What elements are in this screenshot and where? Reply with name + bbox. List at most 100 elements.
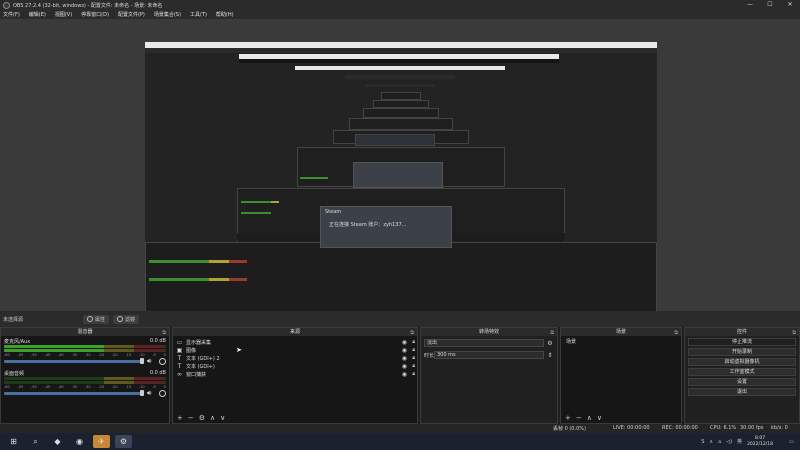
remove-source-button[interactable]: − [188,414,194,422]
gear-icon[interactable] [159,358,166,365]
cpu-usage: CPU: 6.1% [710,425,737,431]
maximize-icon[interactable]: ☐ [760,0,780,10]
filters-button[interactable]: 滤镜 [113,314,140,324]
meter-warning-zone [104,349,134,352]
scene-item[interactable]: 场景 [564,338,678,346]
window-title: OBS 27.2.4 (32-bit, windows) - 配置文件: 未命名… [13,2,163,9]
dropped-frames: 丢帧 0 (0.0%) [553,426,586,432]
start-virtual-camera-button[interactable]: 启动虚拟摄像机 [688,358,796,366]
lock-icon[interactable]: 🔒︎ [412,363,415,369]
menu-file[interactable]: 文件(F) [3,11,20,18]
studio-mode-button[interactable]: 工作室模式 [688,368,796,376]
nested-meter [149,278,209,281]
language-indicator[interactable]: 英 [737,438,742,445]
lock-icon[interactable]: 🔒︎ [412,355,415,361]
transition-select[interactable]: 淡出 [424,339,544,347]
source-properties-button[interactable]: ⚙ [199,414,205,422]
nested-meter [241,212,271,214]
channel-db: 0.0 dB [149,370,166,376]
move-down-button[interactable]: ∨ [220,414,225,422]
menu-scene-collection[interactable]: 场景集合(S) [154,11,181,18]
lock-icon[interactable]: 🔒︎ [412,339,415,345]
eye-icon[interactable]: ◉ [402,355,407,362]
volume-fader[interactable] [4,360,142,363]
eye-icon[interactable]: ◉ [402,339,407,346]
feishu-icon[interactable]: ✈ [93,435,110,448]
tick-label: -10 [138,385,145,389]
nested-meter [149,260,209,263]
search-icon[interactable]: ⌕ [27,435,44,448]
tick-label: -55 [17,385,24,389]
speaker-icon[interactable]: 🔊︎ [147,357,151,366]
nested-meter [209,278,229,281]
sources-dock-header: 来源 ⧉ [173,328,417,336]
spinner-icon[interactable]: ⇕ [546,352,554,359]
windows-start-icon[interactable]: ⊞ [5,435,22,448]
source-item[interactable]: T 文本 (GDI+) 2 ◉ 🔒︎ [173,354,417,362]
menu-docks[interactable]: 停靠窗口(D) [81,11,109,18]
notification-icon[interactable]: ▭ [789,439,795,445]
steam-dialog[interactable]: Steam 正在连接 Steam 账户：zyh137... [320,206,452,248]
steam-icon[interactable]: ⚙ [115,435,132,448]
nested-layer [363,108,439,118]
speaker-icon[interactable]: ◁) [726,439,732,445]
tick-label: -50 [30,385,37,389]
meter-ticks: -60 -55 -50 -45 -40 -35 -30 -25 -20 -15 -10 -5 0 [4,353,166,357]
nested-meter [241,201,271,203]
tick-label: -25 [98,385,105,389]
move-up-button[interactable]: ∧ [587,414,592,422]
scenes-body: 场景 + − ∧ ∨ [561,336,681,423]
start-recording-button[interactable]: 开始录制 [688,348,796,356]
source-item[interactable]: ▭ 显示器采集 ◉ 🔒︎ [173,338,417,346]
meter-danger-zone [134,381,164,384]
source-item[interactable]: T 文本 (GDI+) ◉ 🔒︎ [173,362,417,370]
lock-icon[interactable]: 🔒︎ [412,347,415,353]
menu-help[interactable]: 帮助(H) [216,11,234,18]
sogou-input-icon[interactable]: S [701,439,704,445]
preview-area[interactable]: Steam 正在连接 Steam 账户：zyh137... [0,19,800,330]
volume-meter [4,377,166,380]
fader-handle[interactable] [140,390,144,396]
minimize-icon[interactable]: — [740,0,760,10]
speaker-icon[interactable]: 🔊︎ [147,389,151,398]
menu-view[interactable]: 视图(V) [55,11,72,18]
network-icon[interactable]: ⌂ [718,439,721,445]
gear-icon[interactable]: ⚙ [546,340,554,347]
fader-handle[interactable] [140,358,144,364]
source-item[interactable]: ▣ 图像 ◉ 🔒︎ [173,346,417,354]
chrome-icon[interactable]: ◉ [71,435,88,448]
menu-profile[interactable]: 配置文件(P) [118,11,145,18]
properties-label: 属性 [95,316,106,323]
menu-tools[interactable]: 工具(T) [190,11,207,18]
properties-button[interactable]: 属性 [83,314,110,324]
close-icon[interactable]: ✕ [780,0,800,10]
rec-timer: REC: 00:00:00 [662,425,698,431]
lock-icon[interactable]: 🔒︎ [412,371,415,377]
eye-icon[interactable]: ◉ [402,371,407,378]
add-source-button[interactable]: + [177,414,183,422]
settings-button[interactable]: 设置 [688,378,796,386]
stop-streaming-button[interactable]: 停止推流 [688,338,796,346]
chevron-up-icon[interactable]: ∧ [709,439,713,445]
eye-icon[interactable]: ◉ [402,347,407,354]
menu-edit[interactable]: 编辑(E) [29,11,46,18]
add-scene-button[interactable]: + [565,414,571,422]
gear-icon [87,316,93,322]
eye-icon[interactable]: ◉ [402,363,407,370]
source-item[interactable]: ∞ 窗口捕获 ◉ 🔒︎ [173,370,417,378]
volume-fader[interactable] [4,392,142,395]
exit-button[interactable]: 退出 [688,388,796,396]
mixer-body: 麦克风/Aux 0.0 dB -60 -55 -50 -45 -40 -35 -30 -25-… [1,336,169,423]
source-label: 文本 (GDI+) 2 [186,355,220,362]
gear-icon[interactable] [159,390,166,397]
tick-label: 0 [163,385,166,389]
duration-input[interactable]: 300 ms [434,351,544,359]
remove-scene-button[interactable]: − [576,414,582,422]
preview-canvas[interactable]: Steam 正在连接 Steam 账户：zyh137... [145,42,657,330]
app-icon[interactable]: ◆ [49,435,66,448]
nested-meter [229,278,247,281]
move-up-button[interactable]: ∧ [210,414,215,422]
clock[interactable]: 8:07 2022/12/18 [747,436,773,448]
controls-dock: 控件 ⧉ 停止推流 开始录制 启动虚拟摄像机 工作室模式 设置 退出 [684,327,800,424]
move-down-button[interactable]: ∨ [597,414,602,422]
